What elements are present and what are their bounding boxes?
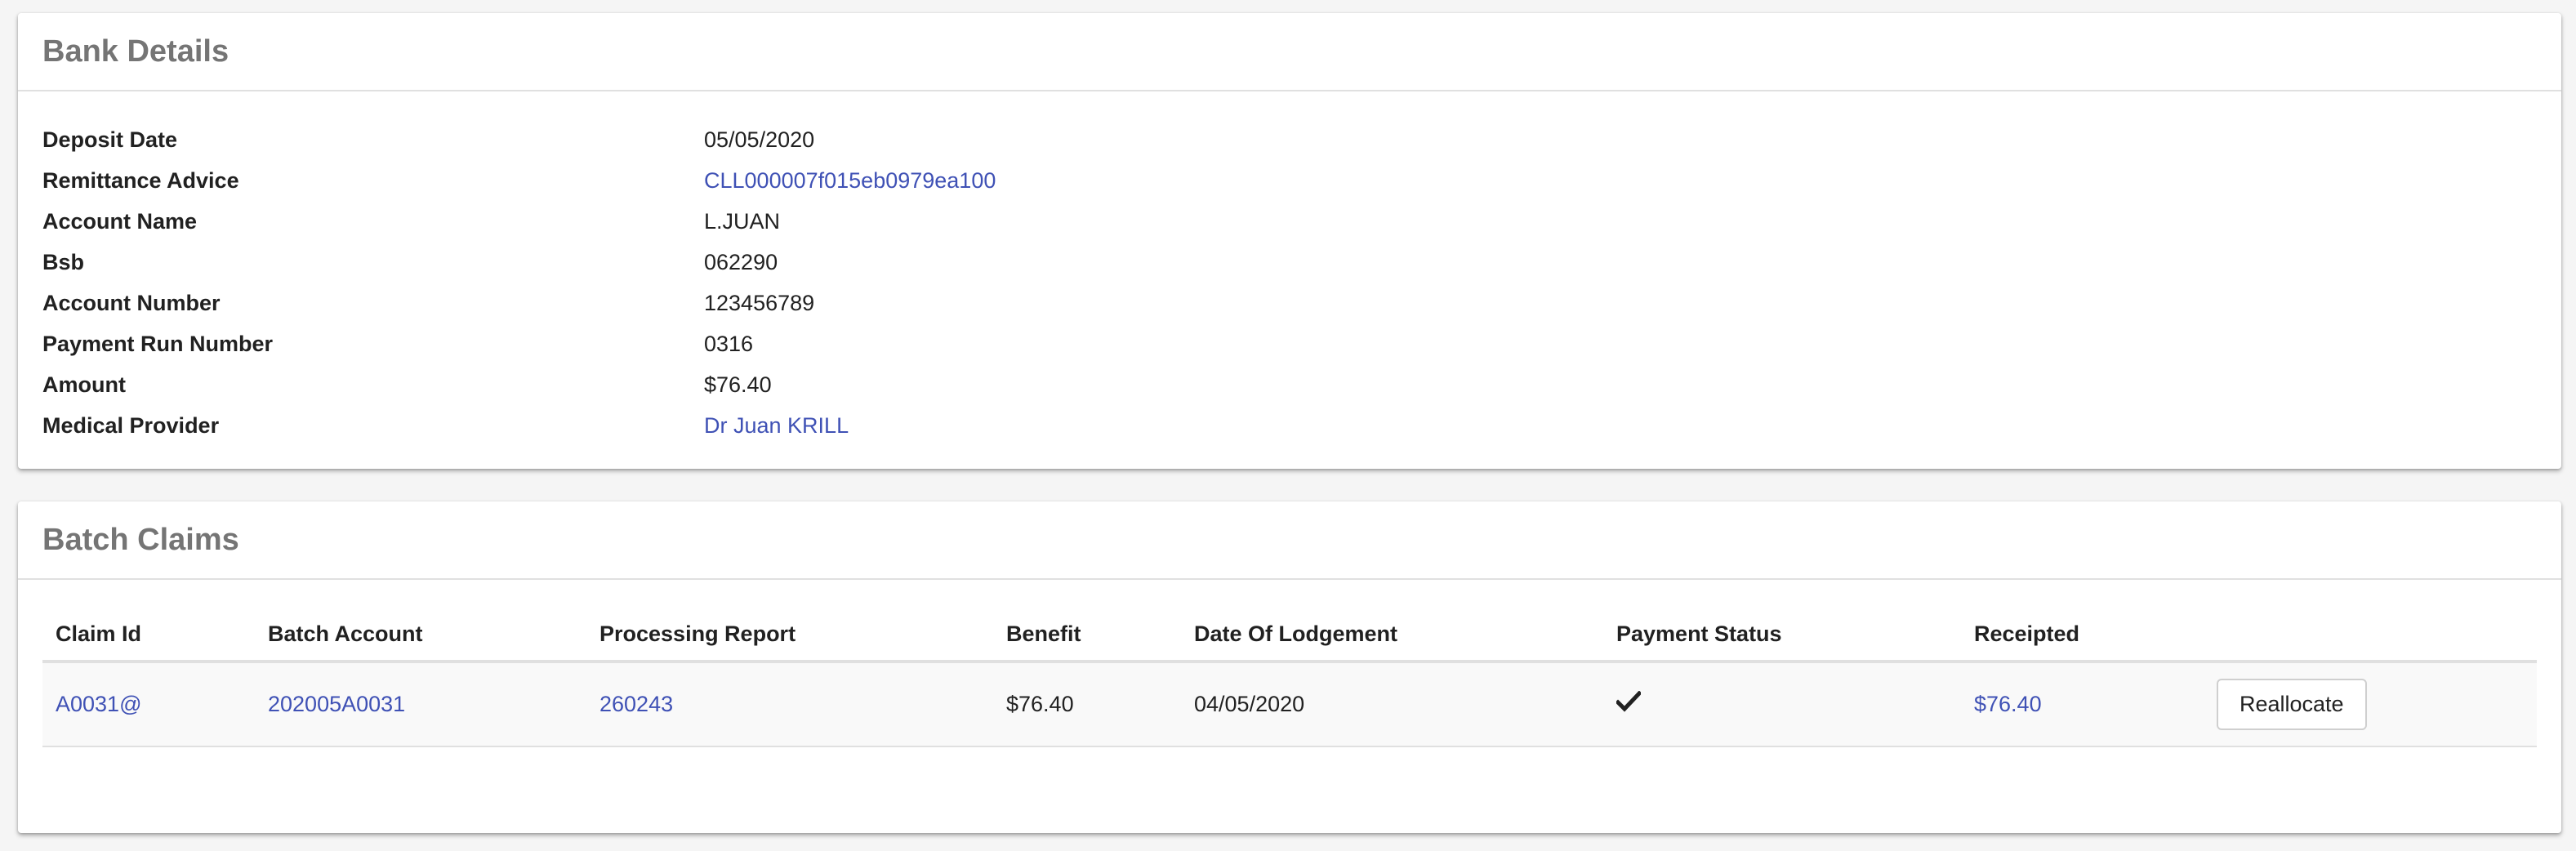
detail-row-account-name: Account Name L.JUAN [42,201,2537,242]
bank-details-panel: Bank Details Deposit Date 05/05/2020 Rem… [18,13,2561,469]
detail-label: Medical Provider [42,412,220,438]
amount-value: $76.40 [704,372,772,397]
detail-label: Payment Run Number [42,331,274,356]
detail-label: Amount [42,372,126,397]
check-icon [1615,690,1642,712]
receipted-link[interactable]: $76.40 [1974,692,2042,716]
column-header-date-of-lodgement[interactable]: Date Of Lodgement [1181,608,1603,663]
account-name-value: L.JUAN [704,208,781,234]
account-number-value: 123456789 [704,290,815,315]
receipted-cell: $76.40 [1961,662,2204,747]
detail-row-medical-provider: Medical Provider Dr Juan KRILL [42,405,2537,446]
batch-claims-table: Claim Id Batch Account Processing Report… [42,608,2537,747]
detail-label: Deposit Date [42,127,178,152]
detail-row-remittance-advice: Remittance Advice CLL000007f015eb0979ea1… [42,160,2537,201]
detail-row-account-number: Account Number 123456789 [42,283,2537,323]
remittance-advice-link[interactable]: CLL000007f015eb0979ea100 [704,168,996,194]
date-of-lodgement-cell: 04/05/2020 [1181,662,1603,747]
table-row: A0031@ 202005A0031 260243 $76.40 04/05/2… [42,662,2537,747]
detail-label: Account Name [42,208,198,234]
detail-label: Remittance Advice [42,167,239,193]
batch-claims-title: Batch Claims [42,522,239,557]
benefit-cell: $76.40 [993,662,1181,747]
actions-cell: Reallocate [2204,662,2537,747]
deposit-date-value: 05/05/2020 [704,127,815,152]
column-header-claim-id[interactable]: Claim Id [42,608,255,663]
column-header-benefit[interactable]: Benefit [993,608,1181,663]
batch-claims-header: Batch Claims [18,501,2561,580]
processing-report-cell: 260243 [586,662,993,747]
column-header-batch-account[interactable]: Batch Account [255,608,586,663]
detail-row-amount: Amount $76.40 [42,364,2537,405]
bank-details-title: Bank Details [42,33,230,69]
detail-row-bsb: Bsb 062290 [42,242,2537,283]
detail-row-deposit-date: Deposit Date 05/05/2020 [42,119,2537,160]
table-header-row: Claim Id Batch Account Processing Report… [42,608,2537,663]
detail-label: Bsb [42,249,85,274]
batch-account-link[interactable]: 202005A0031 [268,692,405,716]
claim-id-link[interactable]: A0031@ [56,692,141,716]
medical-provider-link[interactable]: Dr Juan KRILL [704,413,849,439]
batch-claims-table-wrap: Claim Id Batch Account Processing Report… [18,580,2561,747]
column-header-actions [2204,608,2537,663]
payment-status-cell [1603,662,1961,747]
column-header-receipted[interactable]: Receipted [1961,608,2204,663]
column-header-processing-report[interactable]: Processing Report [586,608,993,663]
reallocate-button[interactable]: Reallocate [2217,679,2367,730]
batch-account-cell: 202005A0031 [255,662,586,747]
bsb-value: 062290 [704,249,778,274]
batch-claims-panel: Batch Claims Claim Id Batch Account Proc… [18,501,2561,833]
column-header-payment-status[interactable]: Payment Status [1603,608,1961,663]
detail-label: Account Number [42,290,221,315]
detail-row-payment-run-number: Payment Run Number 0316 [42,323,2537,364]
payment-run-number-value: 0316 [704,331,754,356]
bank-details-header: Bank Details [18,13,2561,91]
claim-id-cell: A0031@ [42,662,255,747]
bank-details-list: Deposit Date 05/05/2020 Remittance Advic… [18,91,2561,446]
processing-report-link[interactable]: 260243 [599,692,673,716]
